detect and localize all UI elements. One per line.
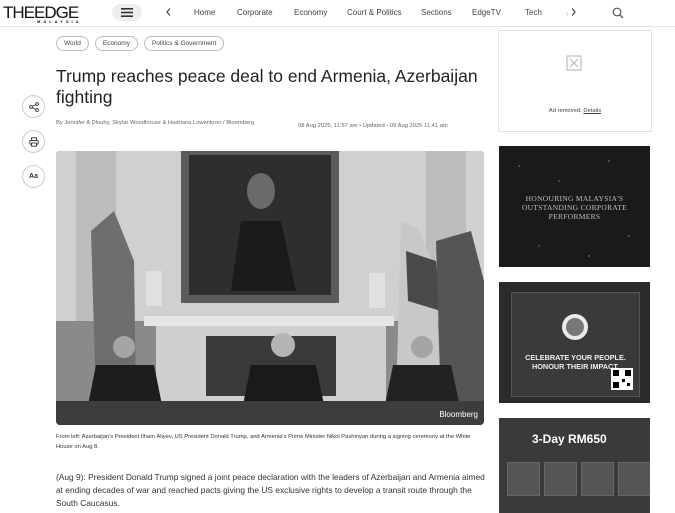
- ad-removed-slot: Ad removed. Details: [498, 30, 652, 132]
- ad3-badge: [562, 314, 588, 340]
- image-placeholder-icon: [566, 55, 582, 71]
- top-navigation-bar: THEEDGE MALAYSIA Home Corporate Economy …: [0, 0, 675, 27]
- nav-next-button[interactable]: ‹: [566, 8, 576, 18]
- print-button[interactable]: [22, 130, 45, 153]
- article-hero-image: Bloomberg: [56, 151, 484, 425]
- ad-details-link[interactable]: Details: [583, 108, 601, 114]
- search-button[interactable]: [612, 6, 624, 24]
- qr-code-icon: [611, 368, 633, 390]
- print-icon: [28, 136, 39, 147]
- ad4-headline: 3-Day RM650: [532, 432, 607, 446]
- article-dates: 08 Aug 2025, 11:57 am • Updated - 09 Aug…: [298, 123, 448, 129]
- main-nav: Home Corporate Economy Court & Politics …: [0, 0, 675, 26]
- ad4-tiles: [507, 462, 650, 496]
- nav-item-home[interactable]: Home: [194, 8, 215, 17]
- article-lead-paragraph: (Aug 9): President Donald Trump signed a…: [56, 472, 485, 508]
- chevron-right-icon: [571, 8, 576, 16]
- image-credit: Bloomberg: [439, 410, 478, 419]
- image-caption: From left: Azerbaijan's President Ilham …: [56, 434, 471, 450]
- tag-world[interactable]: World: [56, 36, 89, 51]
- nav-more-fade: ‹: [566, 9, 571, 18]
- nav-item-corporate[interactable]: Corporate: [237, 8, 273, 17]
- font-size-label: Aa: [29, 173, 38, 180]
- ad4-tile: [507, 462, 540, 496]
- article-byline: By Jennifer A Dlouhy, Skylar Woodhouse &…: [56, 120, 255, 126]
- article-title: Trump reaches peace deal to end Armenia,…: [56, 66, 478, 107]
- tag-economy[interactable]: Economy: [94, 36, 138, 51]
- ad4-tile: [618, 462, 650, 496]
- hero-photo: [56, 151, 484, 425]
- ad2-text: HONOURING MALAYSIA'S OUTSTANDING CORPORA…: [521, 194, 628, 221]
- ad-banner-3-day-package[interactable]: 3-Day RM650: [499, 418, 650, 513]
- ad-banner-celebrate-people[interactable]: CELEBRATE YOUR PEOPLE. HONOUR THEIR IMPA…: [499, 282, 650, 403]
- nav-item-court-politics[interactable]: Court & Politics: [347, 8, 402, 17]
- font-size-button[interactable]: Aa: [22, 165, 45, 188]
- share-button[interactable]: [22, 95, 45, 118]
- chevron-left-icon: [166, 8, 171, 16]
- search-icon: [612, 7, 624, 19]
- ad4-tile: [544, 462, 577, 496]
- ad4-tile: [581, 462, 614, 496]
- ad3-panel: CELEBRATE YOUR PEOPLE. HONOUR THEIR IMPA…: [511, 292, 640, 397]
- ad-banner-corporate-awards[interactable]: HONOURING MALAYSIA'S OUTSTANDING CORPORA…: [499, 146, 650, 267]
- article-tags: World Economy Politics & Government: [56, 36, 225, 51]
- nav-item-edgetv[interactable]: EdgeTV: [472, 8, 501, 17]
- nav-item-sections[interactable]: Sections: [421, 8, 452, 17]
- nav-item-economy[interactable]: Economy: [294, 8, 327, 17]
- nav-item-tech[interactable]: Tech: [525, 8, 542, 17]
- nav-prev-button[interactable]: [166, 8, 171, 18]
- tag-politics-government[interactable]: Politics & Government: [143, 36, 225, 51]
- ad-removed-text: Ad removed. Details: [499, 108, 651, 114]
- share-icon: [28, 101, 39, 112]
- ad-removed-label: Ad removed.: [548, 108, 582, 114]
